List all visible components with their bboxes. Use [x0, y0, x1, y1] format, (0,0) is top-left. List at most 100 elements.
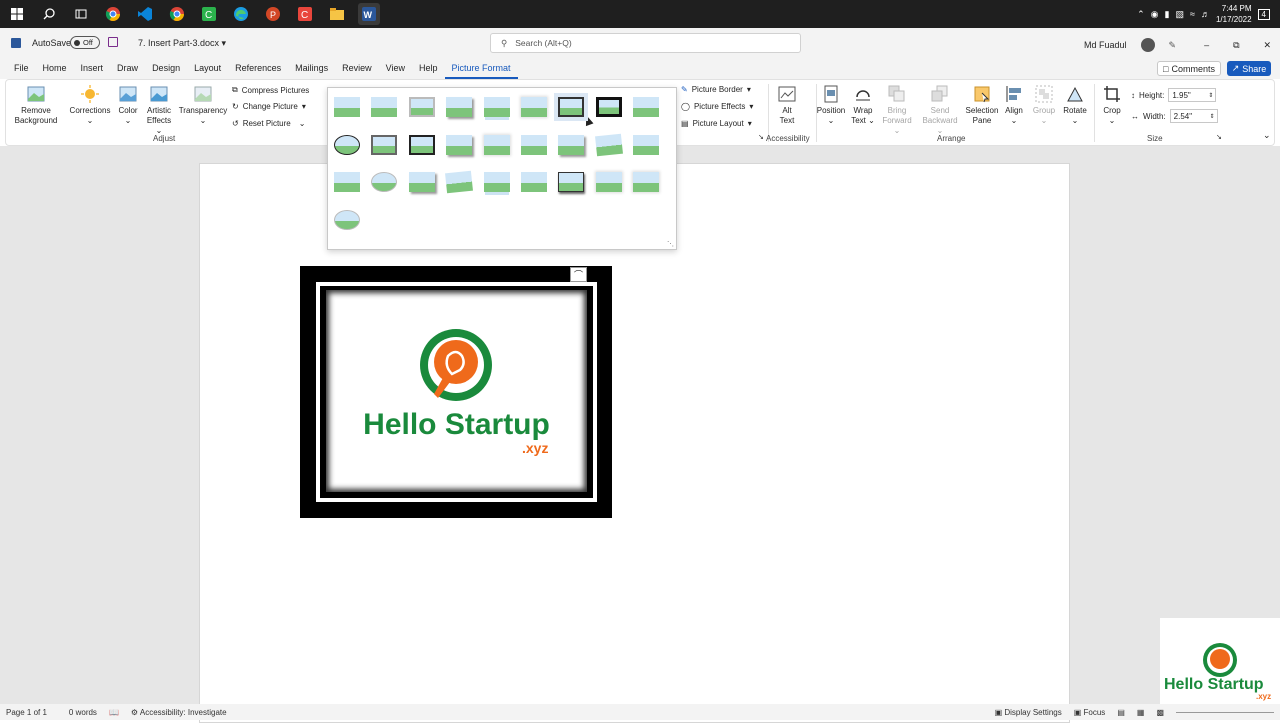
color-button[interactable]: Color ⌄ — [116, 85, 140, 126]
picture-style-thumbnail[interactable] — [408, 134, 435, 155]
search-box[interactable]: ⚲ Search (Alt+Q) — [490, 33, 801, 53]
chrome-profile-icon[interactable] — [166, 3, 188, 25]
picture-style-thumbnail[interactable] — [334, 172, 360, 192]
minimize-icon[interactable]: – — [1204, 40, 1209, 50]
picture-style-thumbnail[interactable] — [595, 172, 622, 192]
powerpoint-icon[interactable]: P — [262, 3, 284, 25]
autosave-toggle[interactable]: Off — [70, 36, 100, 49]
group-button[interactable]: Group ⌄ — [1032, 85, 1056, 126]
tab-view[interactable]: View — [379, 58, 412, 79]
spin-icon[interactable]: ⇕ — [1208, 92, 1213, 99]
page-count[interactable]: Page 1 of 1 — [0, 708, 53, 717]
proofing-icon[interactable]: 📖 — [103, 708, 125, 717]
picture-border-button[interactable]: ✎ Picture Border ▾ — [681, 85, 751, 94]
volume-icon[interactable]: ♬ — [1201, 9, 1210, 19]
width-input[interactable]: 2.54" ⇕ — [1169, 109, 1218, 123]
tab-home[interactable]: Home — [36, 58, 74, 79]
crop-button[interactable]: Crop ⌄ — [1100, 85, 1124, 126]
pen-icon[interactable]: ✎ — [1169, 40, 1177, 51]
picture-style-thumbnail[interactable] — [558, 172, 585, 192]
camtasia-recorder-icon[interactable]: C — [294, 3, 316, 25]
avatar[interactable] — [1140, 38, 1155, 52]
spin-icon[interactable]: ⇕ — [1210, 113, 1215, 120]
tab-references[interactable]: References — [228, 58, 288, 79]
windows-start-icon[interactable] — [6, 3, 28, 25]
picture-style-thumbnail[interactable] — [521, 97, 547, 117]
layout-options-icon[interactable]: ⌒ — [570, 267, 587, 282]
picture-style-thumbnail[interactable] — [334, 209, 360, 230]
chevron-up-icon[interactable]: ⌃ — [1137, 9, 1145, 20]
picture-style-thumbnail[interactable] — [371, 134, 398, 155]
zoom-slider[interactable] — [1170, 711, 1280, 713]
edge-icon[interactable] — [230, 3, 252, 25]
camtasia-icon[interactable]: C — [198, 3, 220, 25]
user-name[interactable]: Md Fuadul — [1084, 40, 1127, 50]
microphone-icon[interactable]: ▮ — [1165, 9, 1170, 20]
notification-icon[interactable]: 4 — [1257, 8, 1270, 20]
artistic-effects-button[interactable]: Artistic Effects ⌄ — [144, 85, 174, 136]
bring-forward-button[interactable]: Bring Forward ⌄ — [880, 85, 914, 136]
compress-pictures-button[interactable]: ⧉ Compress Pictures — [232, 85, 309, 95]
picture-style-thumbnail[interactable] — [483, 134, 510, 155]
tab-review[interactable]: Review — [335, 58, 379, 79]
picture-style-thumbnail[interactable] — [633, 134, 660, 155]
chrome-icon[interactable] — [102, 3, 124, 25]
styles-launcher-icon[interactable]: ↘ — [758, 133, 764, 141]
alt-text-button[interactable]: Alt Text — [774, 85, 800, 126]
picture-style-thumbnail[interactable] — [408, 97, 435, 117]
picture-style-thumbnail[interactable] — [633, 97, 660, 117]
picture-style-thumbnail[interactable] — [483, 172, 510, 192]
transparency-button[interactable]: Transparency ⌄ — [179, 85, 227, 126]
picture-style-thumbnail[interactable] — [521, 134, 547, 155]
picture-layout-button[interactable]: ▤ Picture Layout ▾ — [681, 119, 752, 128]
picture-style-thumbnail[interactable] — [595, 97, 622, 117]
picture-style-thumbnail[interactable] — [334, 134, 360, 155]
picture-style-thumbnail[interactable] — [483, 97, 510, 117]
picture-style-thumbnail[interactable] — [446, 134, 473, 155]
picture-style-thumbnail[interactable] — [334, 97, 360, 117]
tab-file[interactable]: File — [7, 58, 36, 79]
wifi-icon[interactable]: ≈ — [1190, 9, 1195, 19]
wrap-text-button[interactable]: Wrap Text ⌄ — [848, 85, 878, 126]
picture-style-thumbnail[interactable] — [558, 134, 585, 155]
picture-style-thumbnail[interactable] — [371, 172, 398, 192]
selected-picture[interactable]: Hello Startup .xyz ⌒ — [300, 266, 612, 518]
align-button[interactable]: Align ⌄ — [1002, 85, 1026, 126]
remove-background-button[interactable]: Remove Background — [12, 85, 60, 126]
vscode-icon[interactable] — [134, 3, 156, 25]
task-view-icon[interactable] — [70, 3, 92, 25]
size-launcher-icon[interactable]: ↘ — [1216, 133, 1222, 141]
read-mode-icon[interactable]: ▤ — [1111, 708, 1131, 717]
tab-layout[interactable]: Layout — [187, 58, 228, 79]
resize-grip-icon[interactable]: ⋱ — [667, 240, 674, 248]
picture-style-thumbnail[interactable] — [445, 170, 474, 194]
word-count[interactable]: 0 words — [63, 708, 103, 717]
clock[interactable]: 7:44 PM 1/17/2022 — [1216, 3, 1252, 25]
file-explorer-icon[interactable] — [326, 3, 348, 25]
accessibility-status[interactable]: ⚙ Accessibility: Investigate — [125, 708, 233, 717]
send-backward-button[interactable]: Send Backward ⌄ — [918, 85, 962, 136]
change-picture-button[interactable]: ↻ Change Picture ▾ — [232, 102, 306, 111]
picture-effects-button[interactable]: ◯ Picture Effects ▾ — [681, 102, 753, 111]
tab-insert[interactable]: Insert — [74, 58, 111, 79]
picture-style-thumbnail[interactable] — [446, 97, 473, 117]
close-icon[interactable]: ✕ — [1264, 40, 1272, 51]
picture-style-thumbnail[interactable] — [633, 172, 660, 192]
position-button[interactable]: Position ⌄ — [816, 85, 846, 126]
search-icon[interactable] — [38, 3, 60, 25]
document-title[interactable]: 7. Insert Part-3.docx ▾ — [138, 38, 226, 49]
share-button[interactable]: ↗ Share — [1227, 61, 1271, 76]
battery-icon[interactable]: ▧ — [1175, 9, 1184, 20]
network-icon[interactable]: ◉ — [1151, 9, 1159, 20]
tab-picture-format[interactable]: Picture Format — [444, 58, 518, 79]
save-icon[interactable] — [108, 37, 118, 47]
picture-style-thumbnail[interactable] — [408, 172, 435, 192]
comments-button[interactable]: □ Comments — [1157, 61, 1221, 76]
focus-mode[interactable]: ▣ Focus — [1068, 708, 1112, 717]
web-layout-icon[interactable]: ▩ — [1150, 708, 1170, 717]
picture-style-thumbnail[interactable] — [521, 172, 547, 192]
reset-picture-button[interactable]: ↺ Reset Picture ⌄ — [232, 119, 305, 128]
tab-design[interactable]: Design — [145, 58, 187, 79]
tab-help[interactable]: Help — [412, 58, 445, 79]
display-settings[interactable]: ▣ Display Settings — [989, 708, 1068, 717]
